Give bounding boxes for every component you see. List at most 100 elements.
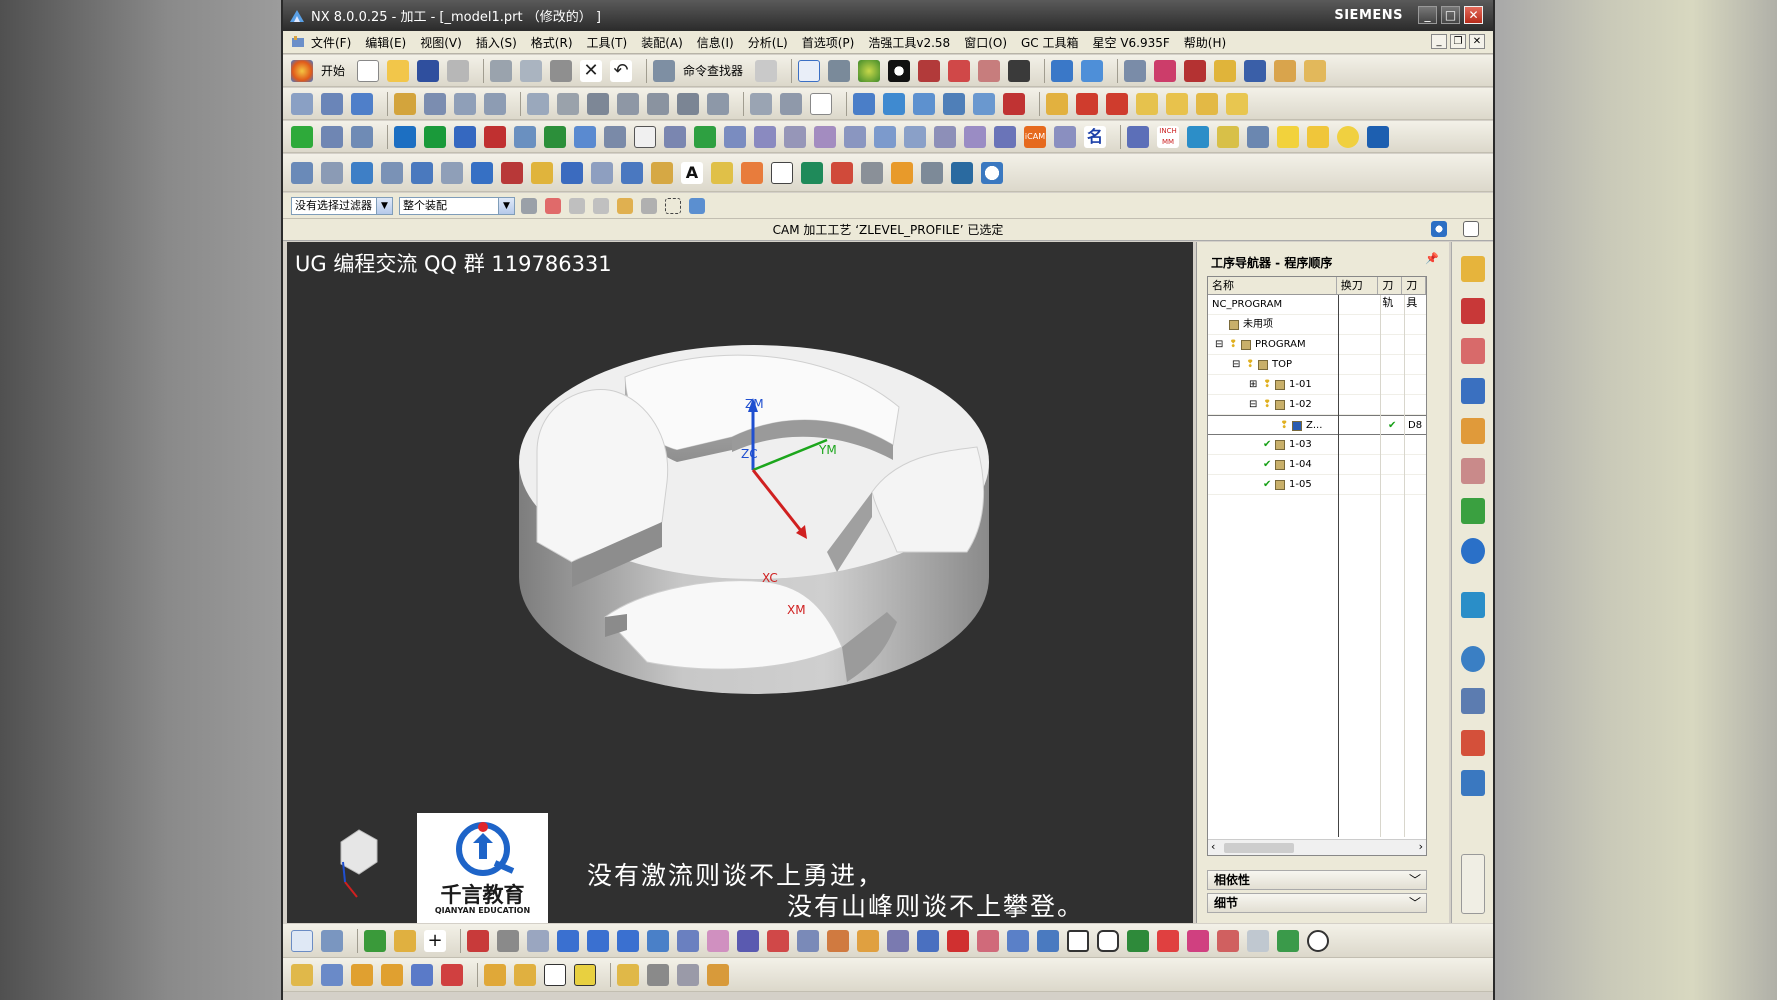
assembly-constraint-icon[interactable] — [411, 963, 433, 986]
generate-toolpath-icon[interactable] — [587, 92, 609, 115]
unite-icon[interactable] — [887, 929, 909, 952]
move-face-icon[interactable] — [1037, 929, 1059, 952]
tool-radius-icon[interactable] — [441, 161, 463, 184]
tree-row[interactable]: NC_PROGRAM — [1208, 295, 1426, 315]
globe-icon[interactable] — [1431, 221, 1447, 237]
rectangle-icon[interactable] — [1067, 929, 1089, 952]
draft-icon[interactable] — [857, 929, 879, 952]
cut-icon[interactable] — [490, 59, 513, 82]
ruler-measure-icon[interactable] — [647, 963, 669, 986]
doc-restore-icon[interactable]: ❐ — [1450, 34, 1466, 49]
tree-row[interactable]: ❢ Z... ✔ D8 — [1208, 415, 1426, 435]
selection-icon[interactable] — [755, 59, 778, 82]
mill-area-icon[interactable] — [604, 125, 626, 148]
tool-axis-icon[interactable] — [381, 161, 403, 184]
snap-icon[interactable] — [1244, 59, 1267, 82]
command-finder-label[interactable]: 命令查找器 — [683, 62, 743, 79]
component-icon[interactable] — [321, 963, 343, 986]
point-icon[interactable] — [634, 125, 656, 148]
view-direction-icon[interactable] — [1081, 59, 1104, 82]
render-style-icon[interactable] — [888, 59, 911, 82]
move-up-icon[interactable] — [1076, 92, 1098, 115]
mill-control-icon[interactable] — [934, 125, 956, 148]
stack-icon[interactable] — [943, 92, 965, 115]
thread-icon[interactable] — [574, 125, 596, 148]
offset-icon[interactable] — [617, 929, 639, 952]
resource-scroll-icon[interactable] — [1461, 854, 1485, 914]
assembly-navigator-icon[interactable] — [1461, 378, 1485, 404]
box-icon[interactable] — [737, 929, 759, 952]
chevron-down-icon[interactable]: ▼ — [498, 197, 514, 214]
chevron-down-icon[interactable]: ﹀ — [1409, 894, 1421, 912]
history-icon[interactable] — [1461, 592, 1485, 618]
scroll-thumb[interactable] — [1224, 843, 1294, 853]
text-annotation-icon[interactable]: A — [681, 161, 703, 184]
tool-icon[interactable] — [1461, 770, 1485, 796]
pattern-icon[interactable] — [1007, 929, 1029, 952]
tree-row[interactable]: ⊟ ❢ 1-02 — [1208, 395, 1426, 415]
postprocess-icon[interactable] — [750, 92, 772, 115]
verify-check-icon[interactable] — [694, 125, 716, 148]
tool-report-icon[interactable] — [591, 161, 613, 184]
delete-path-icon[interactable] — [1196, 92, 1218, 115]
tree-row[interactable]: 未用项 — [1208, 315, 1426, 335]
snap-point-icon[interactable] — [545, 197, 561, 214]
zlevel-icon[interactable] — [484, 125, 506, 148]
split-icon[interactable] — [977, 929, 999, 952]
dxf-icon[interactable] — [1127, 125, 1149, 148]
column-toolpath[interactable]: 刀轨 — [1378, 277, 1403, 309]
menu-edit[interactable]: 编辑(E) — [365, 34, 406, 51]
tool-graph-icon[interactable] — [561, 161, 583, 184]
chart-icon[interactable] — [801, 161, 823, 184]
mirror-icon[interactable] — [647, 929, 669, 952]
wire-cube-icon[interactable] — [978, 59, 1001, 82]
hd3d-icon[interactable] — [1461, 458, 1485, 484]
orient-view-icon[interactable] — [1051, 59, 1074, 82]
fixed-contour-icon[interactable] — [514, 125, 536, 148]
copy-path-icon[interactable] — [1166, 92, 1188, 115]
check-geometry-icon[interactable] — [1217, 929, 1239, 952]
pencil-icon[interactable] — [711, 161, 733, 184]
extend-icon[interactable] — [527, 929, 549, 952]
menu-format[interactable]: 格式(R) — [531, 34, 573, 51]
edit-icon[interactable] — [1304, 59, 1327, 82]
move-down-icon[interactable] — [1106, 92, 1128, 115]
type-filter-dropdown[interactable]: 没有选择过滤器 ▼ — [291, 196, 393, 215]
undo-icon[interactable]: ↶ — [610, 59, 633, 82]
chinese-tool-icon[interactable] — [1367, 125, 1389, 148]
clock-icon[interactable] — [981, 161, 1003, 184]
surface-area-icon[interactable] — [814, 125, 836, 148]
path-display-icon[interactable] — [1226, 92, 1248, 115]
tree-row[interactable]: ⊟ ❢ TOP — [1208, 355, 1426, 375]
check-icon[interactable] — [291, 125, 313, 148]
wcs-icon[interactable] — [1154, 59, 1177, 82]
tree-row[interactable]: ⊞ ❢ 1-01 — [1208, 375, 1426, 395]
abs-icon[interactable] — [467, 929, 489, 952]
monitor-icon[interactable] — [1247, 125, 1269, 148]
menu-tools[interactable]: 工具(T) — [587, 34, 628, 51]
ruler-icon[interactable] — [1274, 59, 1297, 82]
column-tool[interactable]: 刀具 — [1402, 277, 1426, 309]
tool-path-icon[interactable] — [664, 125, 686, 148]
menu-window[interactable]: 窗口(O) — [964, 34, 1007, 51]
select-face-icon[interactable] — [617, 197, 633, 214]
cut-levels-icon[interactable] — [913, 92, 935, 115]
start-icon[interactable] — [291, 59, 313, 82]
zoom-icon[interactable] — [828, 59, 851, 82]
add-component-icon[interactable] — [351, 963, 373, 986]
menu-app-icon[interactable] — [291, 35, 305, 49]
simulate-machine-icon[interactable] — [707, 92, 729, 115]
transform-icon[interactable] — [1136, 92, 1158, 115]
tree-expander-icon[interactable]: ⊟ — [1215, 335, 1223, 355]
printer-icon[interactable] — [861, 161, 883, 184]
menu-insert[interactable]: 插入(S) — [476, 34, 517, 51]
select-rectangle-icon[interactable] — [665, 197, 681, 214]
scope-dropdown[interactable]: 整个装配 ▼ — [399, 196, 515, 215]
column-tool-change[interactable]: 换刀 — [1337, 277, 1379, 294]
output-cls-icon[interactable] — [810, 92, 832, 115]
solid-profile-icon[interactable] — [994, 125, 1016, 148]
menu-information[interactable]: 信息(I) — [697, 34, 734, 51]
feature-icon[interactable] — [1054, 125, 1076, 148]
menu-file[interactable]: 文件(F) — [311, 34, 351, 51]
menu-analysis[interactable]: 分析(L) — [748, 34, 788, 51]
